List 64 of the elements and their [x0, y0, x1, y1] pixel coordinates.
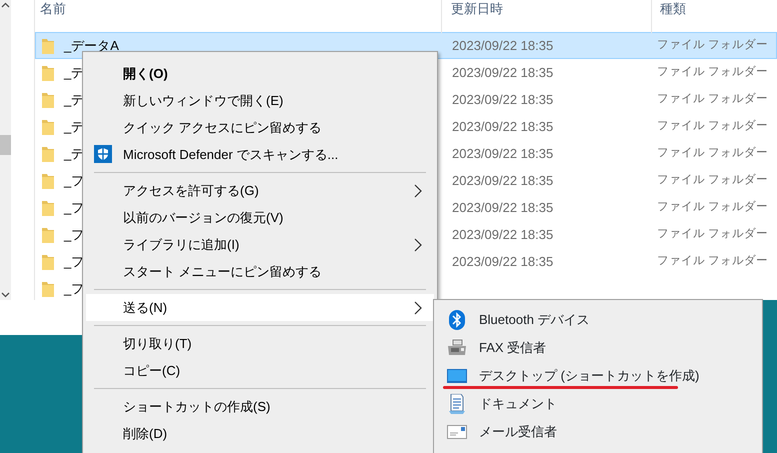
type-cell: ファイル フォルダー: [657, 120, 768, 132]
type-cell: ファイル フォルダー: [657, 200, 768, 213]
folder-icon: [42, 64, 54, 80]
file-name[interactable]: _フ: [64, 278, 84, 298]
column-header[interactable]: 種類: [660, 0, 686, 17]
file-name[interactable]: _フ: [64, 252, 84, 272]
menu-item[interactable]: デスクトップ (ショートカットを作成): [437, 362, 759, 390]
scroll-up-icon[interactable]: [1, 2, 10, 8]
menu-item[interactable]: ショートカットの作成(S): [86, 393, 434, 420]
file-name[interactable]: _データA: [64, 36, 119, 56]
column-header[interactable]: 名前: [40, 0, 66, 17]
menu-item[interactable]: スタート メニューにピン留めする: [86, 258, 434, 285]
folder-icon: [42, 280, 54, 296]
bluetooth-icon: [448, 310, 466, 330]
folder-icon: [42, 200, 54, 216]
fax-icon: [447, 339, 467, 357]
date-cell: 2023/09/22 18:35: [452, 146, 554, 161]
menu-item[interactable]: ドキュメント: [437, 390, 759, 418]
scroll-thumb[interactable]: [0, 135, 11, 155]
scrollbar[interactable]: [0, 0, 11, 300]
document-icon: [448, 394, 466, 414]
file-name[interactable]: _フ: [64, 224, 84, 244]
menu-item[interactable]: FAX 受信者: [437, 334, 759, 362]
date-cell: 2023/09/22 18:35: [452, 118, 554, 134]
type-cell: ファイル フォルダー: [657, 174, 768, 186]
type-cell: ファイル フォルダー: [657, 146, 768, 159]
file-name[interactable]: _フ: [64, 170, 84, 190]
type-cell: ファイル フォルダー: [657, 228, 768, 240]
folder-icon: [42, 172, 54, 188]
column-header[interactable]: 更新日時: [451, 0, 503, 17]
type-cell: ファイル フォルダー: [657, 92, 768, 105]
date-cell: 2023/09/22 18:35: [452, 226, 554, 242]
menu-item[interactable]: ライブラリに追加(I): [86, 231, 434, 258]
desktop-icon: [447, 369, 467, 383]
menu-item[interactable]: 新しいウィンドウで開く(E): [86, 87, 434, 114]
scroll-down-icon[interactable]: [1, 292, 10, 298]
menu-item[interactable]: Bluetooth デバイス: [437, 306, 759, 334]
type-cell: ファイル フォルダー: [657, 66, 768, 78]
date-cell: 2023/09/22 18:35: [452, 64, 554, 80]
type-cell: ファイル フォルダー: [657, 38, 768, 51]
menu-item[interactable]: メール受信者: [437, 418, 759, 446]
folder-icon: [42, 118, 54, 134]
folder-icon: [42, 92, 54, 108]
menu-item[interactable]: 切り取り(T): [86, 330, 434, 357]
menu-item[interactable]: 以前のバージョンの復元(V): [86, 204, 434, 231]
date-cell: 2023/09/22 18:35: [452, 254, 554, 269]
menu-item[interactable]: アクセスを許可する(G): [86, 177, 434, 204]
folder-icon: [42, 226, 54, 242]
menu-item[interactable]: 開く(O): [86, 60, 434, 87]
menu-item[interactable]: Microsoft Defender でスキャンする...: [86, 141, 434, 168]
folder-icon: [42, 254, 54, 270]
mail-icon: [447, 425, 467, 439]
menu-item[interactable]: コピー(C): [86, 357, 434, 384]
date-cell: 2023/09/22 18:35: [452, 200, 554, 215]
date-cell: 2023/09/22 18:35: [452, 92, 554, 107]
folder-icon: [42, 146, 54, 162]
menu-item[interactable]: 送る(N): [86, 294, 434, 321]
file-name[interactable]: _フ: [64, 198, 84, 218]
menu-item[interactable]: クイック アクセスにピン留めする: [86, 114, 434, 141]
date-cell: 2023/09/22 18:35: [452, 172, 554, 188]
folder-icon: [42, 38, 54, 54]
date-cell: 2023/09/22 18:35: [452, 38, 554, 53]
menu-item[interactable]: 削除(D): [86, 420, 434, 447]
type-cell: ファイル フォルダー: [657, 254, 768, 267]
